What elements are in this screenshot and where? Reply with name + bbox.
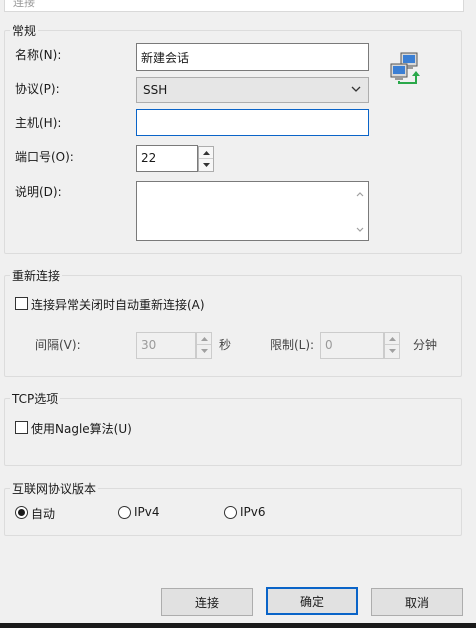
tab-connect-label: 连接 (13, 0, 35, 9)
nagle-checkbox[interactable] (15, 421, 28, 434)
chevron-down-icon (350, 82, 362, 96)
ok-button[interactable]: 确定 (266, 587, 358, 615)
port-field[interactable]: 22 (136, 145, 198, 172)
scroll-up-icon[interactable] (356, 186, 364, 200)
general-group-title: 常规 (10, 22, 39, 39)
reconnect-group-title: 重新连接 (10, 267, 63, 284)
window-bottom-edge (0, 623, 476, 628)
ip-version-group-title: 互联网协议版本 (10, 480, 99, 497)
tcp-group-title: TCP选项 (10, 390, 61, 407)
limit-stepper-up-icon[interactable] (385, 333, 399, 345)
protocol-select[interactable]: SSH (136, 77, 369, 103)
top-tab-strip: 连接 (0, 0, 476, 14)
host-field[interactable] (136, 109, 369, 136)
session-properties-dialog: 连接 常规 名称(N): 新建会话 协议(P): SSH 主机(H): 端口号(… (0, 0, 476, 628)
interval-unit: 秒 (219, 338, 232, 352)
ip-v4-label[interactable]: IPv4 (134, 505, 160, 519)
connect-button[interactable]: 连接 (161, 588, 253, 616)
protocol-label: 协议(P): (15, 82, 60, 96)
ip-auto-label[interactable]: 自动 (31, 505, 55, 522)
port-stepper-down-icon[interactable] (199, 159, 213, 171)
interval-stepper[interactable] (196, 332, 212, 359)
description-label: 说明(D): (15, 185, 62, 199)
limit-stepper[interactable] (384, 332, 400, 359)
interval-field[interactable]: 30 (136, 332, 196, 359)
interval-label: 间隔(V): (35, 338, 81, 352)
network-computers-icon (390, 52, 424, 86)
auto-reconnect-checkbox[interactable] (15, 297, 28, 310)
limit-field[interactable]: 0 (320, 332, 384, 359)
port-label: 端口号(O): (15, 150, 74, 164)
limit-label: 限制(L): (270, 338, 315, 352)
protocol-select-value: SSH (143, 83, 168, 97)
auto-reconnect-label[interactable]: 连接异常关闭时自动重新连接(A) (31, 296, 205, 313)
description-scrollbar[interactable] (352, 182, 368, 240)
port-stepper[interactable] (198, 146, 214, 172)
description-field[interactable] (136, 181, 369, 241)
ip-auto-radio[interactable] (15, 506, 28, 519)
nagle-label[interactable]: 使用Nagle算法(U) (31, 420, 132, 437)
interval-stepper-down-icon[interactable] (197, 345, 211, 357)
interval-stepper-up-icon[interactable] (197, 333, 211, 345)
tab-connect[interactable]: 连接 (4, 0, 464, 12)
ip-v6-radio[interactable] (224, 506, 237, 519)
ip-v6-label[interactable]: IPv6 (240, 505, 266, 519)
host-label: 主机(H): (15, 116, 62, 130)
cancel-button[interactable]: 取消 (371, 588, 463, 616)
port-stepper-up-icon[interactable] (199, 147, 213, 159)
scroll-down-icon[interactable] (356, 222, 364, 236)
limit-stepper-down-icon[interactable] (385, 345, 399, 357)
limit-unit: 分钟 (413, 338, 438, 352)
reconnect-group (4, 275, 462, 377)
ip-v4-radio[interactable] (118, 506, 131, 519)
name-label: 名称(N): (15, 48, 62, 62)
name-field[interactable]: 新建会话 (136, 43, 369, 71)
